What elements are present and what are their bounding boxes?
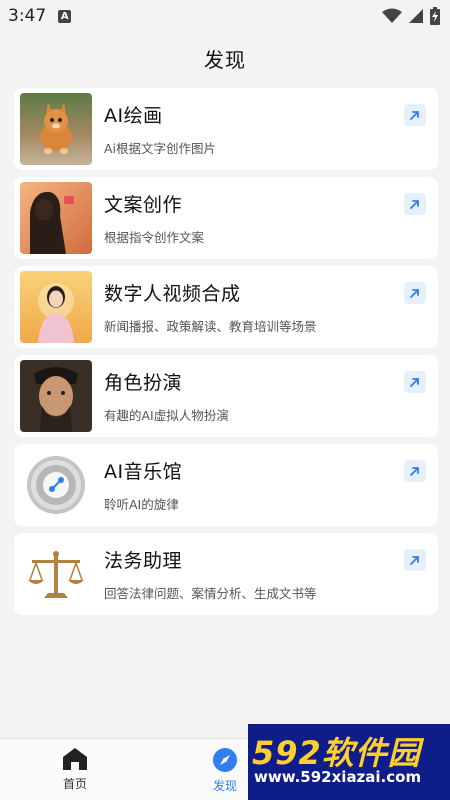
card-description: 聆听AI的旋律 [104, 497, 179, 512]
card-title: 数字人视频合成 [104, 283, 241, 305]
presenter-image [20, 271, 92, 343]
arrow-up-right-icon[interactable] [404, 460, 426, 482]
cat-image [20, 93, 92, 165]
feature-card-legal-assistant[interactable]: 法务助理 回答法律问题、案情分析、生成文书等 [14, 533, 438, 615]
actor-image [20, 360, 92, 432]
page-header: 发现 [0, 32, 450, 84]
nav-discover[interactable]: 发现 [195, 747, 255, 794]
card-title: AI绘画 [104, 105, 163, 127]
feature-list: AI绘画 Ai根据文字创作图片 文案创作 根据指令创作文案 数字人视频合成 新闻… [14, 88, 438, 622]
nav-home[interactable]: 首页 [45, 747, 105, 792]
arrow-up-right-icon[interactable] [404, 282, 426, 304]
card-description: 根据指令创作文案 [104, 230, 205, 245]
card-title: 角色扮演 [104, 372, 183, 394]
woman-sunset-image [20, 182, 92, 254]
nav-home-label: 首页 [62, 777, 87, 791]
nav-discover-label: 发现 [212, 779, 237, 793]
signal-icon [409, 9, 423, 23]
arrow-up-right-icon[interactable] [404, 193, 426, 215]
page-title: 发现 [204, 47, 246, 72]
battery-icon [430, 7, 440, 25]
card-title: 文案创作 [104, 194, 183, 216]
arrow-up-right-icon[interactable] [404, 371, 426, 393]
scales-icon [20, 538, 92, 610]
watermark-url-text: www.592xiazai.com [254, 768, 422, 786]
card-description: 回答法律问题、案情分析、生成文书等 [104, 586, 317, 601]
status-time: 3:47 [8, 6, 47, 26]
notification-badge-icon: A [58, 9, 72, 23]
feature-card-copywriting[interactable]: 文案创作 根据指令创作文案 [14, 177, 438, 259]
card-description: 有趣的AI虚拟人物扮演 [104, 408, 229, 423]
card-description: 新闻播报、政策解读、教育培训等场景 [104, 319, 317, 334]
card-title: AI音乐馆 [104, 461, 183, 483]
arrow-up-right-icon[interactable] [404, 549, 426, 571]
compass-icon [213, 748, 237, 772]
watermark-logo: 592软件园 www.592xiazai.com [248, 724, 450, 800]
home-icon [63, 748, 87, 770]
card-title: 法务助理 [104, 550, 183, 572]
feature-card-role-play[interactable]: 角色扮演 有趣的AI虚拟人物扮演 [14, 355, 438, 437]
music-disc-icon [20, 449, 92, 521]
card-description: Ai根据文字创作图片 [104, 141, 217, 156]
feature-card-ai-music[interactable]: AI音乐馆 聆听AI的旋律 [14, 444, 438, 526]
wifi-icon [382, 8, 402, 23]
status-bar: 3:47 A [0, 0, 450, 32]
arrow-up-right-icon[interactable] [404, 104, 426, 126]
feature-card-ai-painting[interactable]: AI绘画 Ai根据文字创作图片 [14, 88, 438, 170]
feature-card-digital-human-video[interactable]: 数字人视频合成 新闻播报、政策解读、教育培训等场景 [14, 266, 438, 348]
